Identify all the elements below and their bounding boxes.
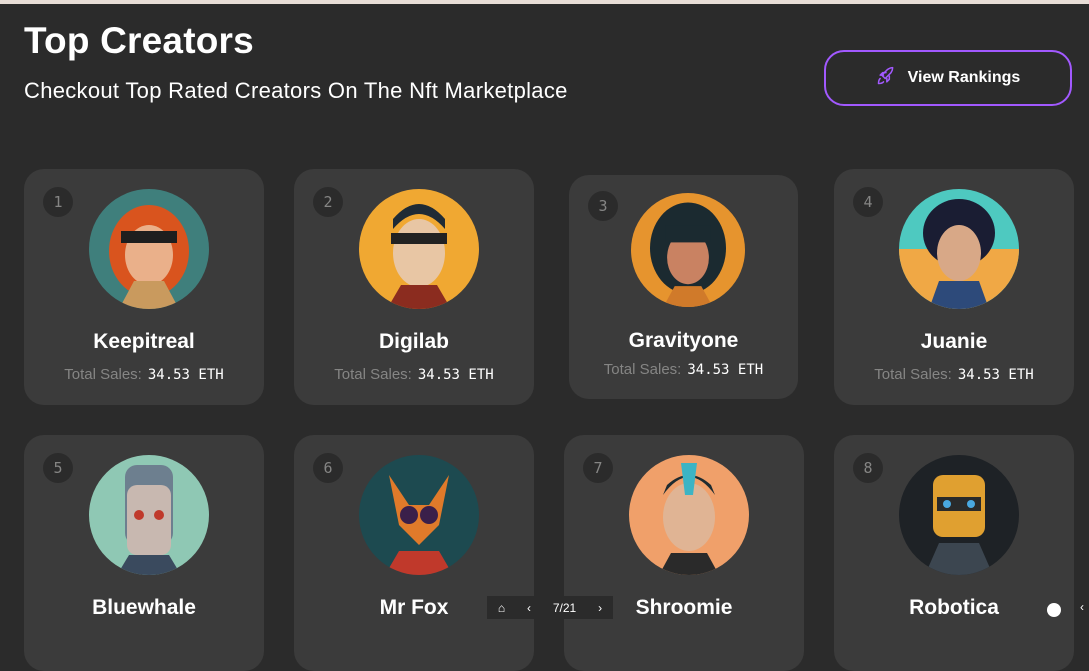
creator-sales: Total Sales: 34.53 ETH [603, 361, 764, 378]
rank-badge: 1 [43, 187, 73, 217]
view-rankings-label: View Rankings [907, 69, 1021, 86]
chevron-right-icon[interactable]: › [598, 601, 602, 615]
creator-name: Juanie [920, 330, 988, 353]
creator-card[interactable]: 6 Mr Fox [294, 435, 534, 671]
creator-sales: Total Sales: 34.53 ETH [334, 366, 494, 383]
creator-card[interactable]: 7 Shroomie [564, 435, 804, 671]
creator-name: Keepitreal [93, 330, 195, 353]
page-navigator: ⌂ ‹ 7/21 › [487, 596, 613, 619]
creator-name: Digilab [378, 330, 449, 353]
rank-badge: 4 [853, 187, 883, 217]
creator-avatar [89, 455, 209, 575]
rank-badge: 2 [313, 187, 343, 217]
creator-card[interactable]: 8 Robotica [834, 435, 1074, 671]
creator-card[interactable]: 3 Gravityone Total Sales: 34.53 ETH [569, 175, 798, 399]
rocket-icon [876, 66, 896, 91]
chat-icon[interactable] [1047, 603, 1061, 617]
rank-badge: 6 [313, 453, 343, 483]
creator-avatar [899, 455, 1019, 575]
creator-name: Bluewhale [92, 596, 196, 619]
creator-name: Robotica [909, 596, 999, 619]
creator-card[interactable]: 4 Juanie Total Sales: 34.53 ETH [834, 169, 1074, 405]
rank-badge: 8 [853, 453, 883, 483]
creator-avatar [89, 189, 209, 309]
rank-badge: 3 [588, 191, 618, 221]
page-indicator: 7/21 [552, 600, 577, 615]
creator-avatar [359, 189, 479, 309]
chevron-left-icon[interactable]: ‹ [1080, 600, 1084, 614]
page-subtitle: Checkout Top Rated Creators On The Nft M… [24, 78, 568, 103]
home-icon[interactable]: ⌂ [498, 601, 505, 615]
creator-card[interactable]: 1 Keepitreal Total Sales: 34.53 ETH [24, 169, 264, 405]
chevron-left-icon[interactable]: ‹ [527, 601, 531, 615]
rank-badge: 7 [583, 453, 613, 483]
creator-name: Gravityone [628, 329, 739, 352]
creator-avatar [359, 455, 479, 575]
creator-card[interactable]: 5 Bluewhale [24, 435, 264, 671]
creator-card[interactable]: 2 Digilab Total Sales: 34.53 ETH [294, 169, 534, 405]
page-title: Top Creators [24, 20, 254, 61]
creator-sales: Total Sales: 34.53 ETH [64, 366, 224, 383]
view-rankings-button[interactable]: View Rankings [824, 50, 1072, 106]
top-border [0, 0, 1089, 4]
creator-avatar [899, 189, 1019, 309]
creator-avatar [629, 455, 749, 575]
rank-badge: 5 [43, 453, 73, 483]
creator-avatar [631, 193, 745, 307]
creator-sales: Total Sales: 34.53 ETH [874, 366, 1034, 383]
